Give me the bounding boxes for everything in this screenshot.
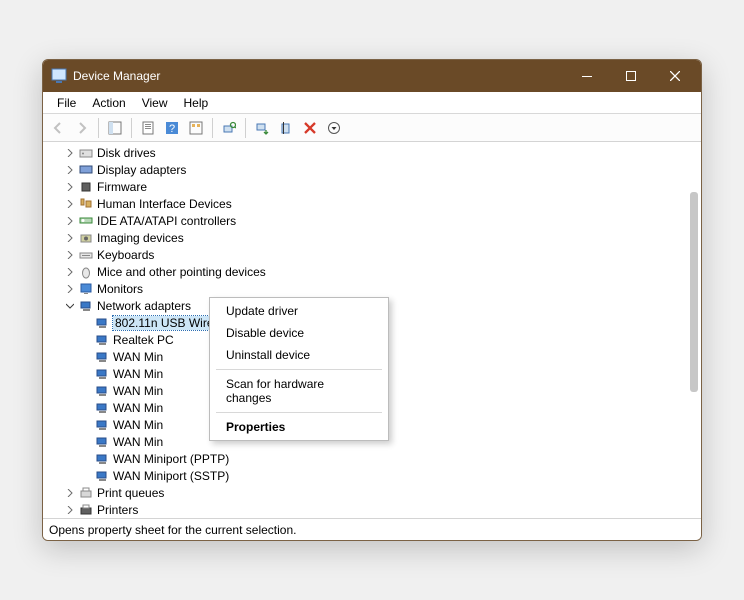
tree-item[interactable]: Firmware bbox=[53, 178, 701, 195]
menu-help[interactable]: Help bbox=[176, 94, 217, 112]
chevron-right-icon[interactable] bbox=[63, 231, 77, 245]
printer-icon bbox=[78, 502, 94, 518]
statusbar-text: Opens property sheet for the current sel… bbox=[49, 523, 296, 537]
chevron-right-icon[interactable] bbox=[63, 146, 77, 160]
show-tree-button[interactable] bbox=[104, 117, 126, 139]
hid-icon bbox=[78, 196, 94, 212]
tree-item-device[interactable]: WAN Miniport (PPTP) bbox=[53, 450, 701, 467]
properties-button[interactable] bbox=[137, 117, 159, 139]
ide-icon bbox=[78, 213, 94, 229]
scrollbar-thumb[interactable] bbox=[690, 192, 698, 392]
network-adapter-icon bbox=[94, 315, 110, 331]
chevron-right-icon[interactable] bbox=[63, 214, 77, 228]
network-adapter-icon bbox=[94, 468, 110, 484]
menubar: File Action View Help bbox=[43, 92, 701, 114]
maximize-button[interactable] bbox=[609, 61, 653, 91]
context-menu-update-driver[interactable]: Update driver bbox=[212, 300, 386, 322]
context-menu-properties[interactable]: Properties bbox=[212, 416, 386, 438]
chevron-right-icon[interactable] bbox=[63, 486, 77, 500]
context-menu: Update driver Disable device Uninstall d… bbox=[209, 297, 389, 441]
views-button[interactable] bbox=[185, 117, 207, 139]
network-adapter-icon bbox=[94, 383, 110, 399]
action-dropdown-button[interactable] bbox=[323, 117, 345, 139]
tree-item[interactable]: Human Interface Devices bbox=[53, 195, 701, 212]
disable-button[interactable] bbox=[299, 117, 321, 139]
display-adapter-icon bbox=[78, 162, 94, 178]
network-adapter-icon bbox=[94, 451, 110, 467]
network-adapter-icon bbox=[94, 417, 110, 433]
svg-text:?: ? bbox=[169, 123, 175, 135]
context-menu-uninstall-device[interactable]: Uninstall device bbox=[212, 344, 386, 366]
toolbar-separator bbox=[98, 118, 99, 138]
chevron-right-icon[interactable] bbox=[63, 282, 77, 296]
tree-item[interactable]: Monitors bbox=[53, 280, 701, 297]
menu-file[interactable]: File bbox=[49, 94, 84, 112]
tree-item[interactable]: Print queues bbox=[53, 484, 701, 501]
tree-item[interactable]: Mice and other pointing devices bbox=[53, 263, 701, 280]
chevron-right-icon[interactable] bbox=[63, 180, 77, 194]
network-adapter-icon bbox=[94, 366, 110, 382]
chevron-right-icon[interactable] bbox=[63, 248, 77, 262]
keyboard-icon bbox=[78, 247, 94, 263]
tree-item[interactable]: Printers bbox=[53, 501, 701, 518]
app-icon bbox=[51, 68, 67, 84]
firmware-icon bbox=[78, 179, 94, 195]
toolbar-separator bbox=[131, 118, 132, 138]
vertical-scrollbar[interactable] bbox=[688, 142, 700, 518]
chevron-right-icon[interactable] bbox=[63, 503, 77, 517]
tree-item[interactable]: Display adapters bbox=[53, 161, 701, 178]
tree-item[interactable]: Disk drives bbox=[53, 144, 701, 161]
disk-drive-icon bbox=[78, 145, 94, 161]
network-adapter-icon bbox=[94, 349, 110, 365]
titlebar[interactable]: Device Manager bbox=[43, 60, 701, 92]
uninstall-button[interactable] bbox=[275, 117, 297, 139]
context-menu-scan-hardware[interactable]: Scan for hardware changes bbox=[212, 373, 386, 409]
tree-item[interactable]: Keyboards bbox=[53, 246, 701, 263]
window-title: Device Manager bbox=[73, 69, 160, 83]
menu-separator bbox=[216, 412, 382, 413]
monitor-icon bbox=[78, 281, 94, 297]
print-queue-icon bbox=[78, 485, 94, 501]
chevron-right-icon[interactable] bbox=[63, 197, 77, 211]
imaging-icon bbox=[78, 230, 94, 246]
network-adapter-icon bbox=[94, 400, 110, 416]
chevron-down-icon[interactable] bbox=[63, 299, 77, 313]
menu-separator bbox=[216, 369, 382, 370]
toolbar: ? bbox=[43, 114, 701, 142]
toolbar-separator bbox=[212, 118, 213, 138]
scan-hardware-button[interactable] bbox=[218, 117, 240, 139]
menu-action[interactable]: Action bbox=[84, 94, 133, 112]
back-button[interactable] bbox=[47, 117, 69, 139]
tree-item[interactable]: IDE ATA/ATAPI controllers bbox=[53, 212, 701, 229]
forward-button[interactable] bbox=[71, 117, 93, 139]
tree-item[interactable]: Imaging devices bbox=[53, 229, 701, 246]
close-button[interactable] bbox=[653, 61, 697, 91]
device-manager-window: Device Manager File Action View Help ? bbox=[42, 59, 702, 541]
toolbar-separator bbox=[245, 118, 246, 138]
network-adapter-icon bbox=[78, 298, 94, 314]
content-area: Disk drives Display adapters Firmware Hu… bbox=[43, 142, 701, 518]
network-adapter-icon bbox=[94, 332, 110, 348]
update-driver-button[interactable] bbox=[251, 117, 273, 139]
menu-view[interactable]: View bbox=[134, 94, 176, 112]
minimize-button[interactable] bbox=[565, 61, 609, 91]
tree-item-device[interactable]: WAN Miniport (SSTP) bbox=[53, 467, 701, 484]
mouse-icon bbox=[78, 264, 94, 280]
statusbar: Opens property sheet for the current sel… bbox=[43, 518, 701, 540]
chevron-right-icon[interactable] bbox=[63, 265, 77, 279]
help-button[interactable]: ? bbox=[161, 117, 183, 139]
network-adapter-icon bbox=[94, 434, 110, 450]
context-menu-disable-device[interactable]: Disable device bbox=[212, 322, 386, 344]
chevron-right-icon[interactable] bbox=[63, 163, 77, 177]
